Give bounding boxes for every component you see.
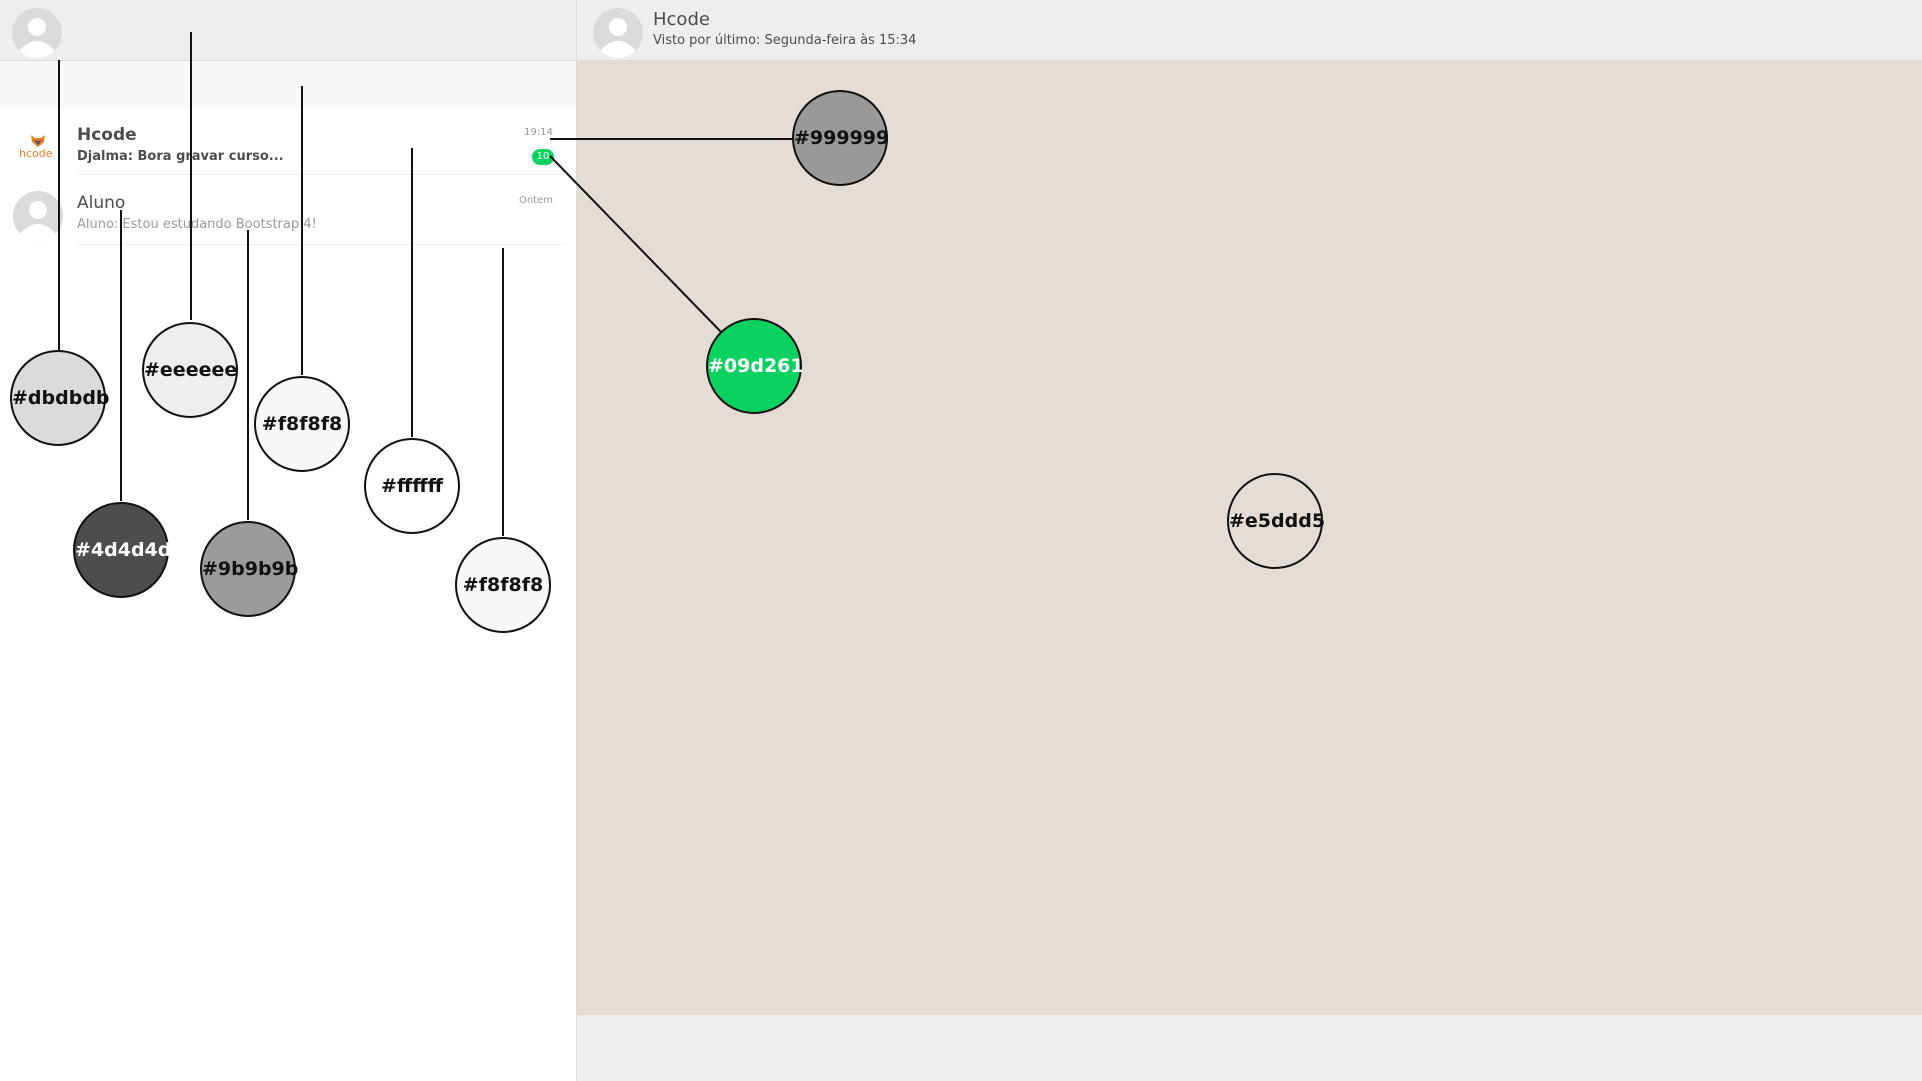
my-profile-avatar[interactable] xyxy=(12,8,62,58)
search-bar[interactable] xyxy=(0,61,576,109)
contact-name[interactable]: Hcode xyxy=(653,9,710,30)
logo-text: hcode xyxy=(19,147,53,160)
chat-name: Aluno xyxy=(77,193,126,213)
person-icon xyxy=(19,201,57,241)
conversation-header: Hcode Visto por último: Segunda-feira às… xyxy=(577,0,1922,61)
chat-time: Ontem xyxy=(518,195,553,206)
fox-logo-icon xyxy=(31,135,45,147)
chat-preview: Djalma: Bora gravar curso... xyxy=(77,149,284,164)
chat-preview: Aluno: Estou estudando Bootstrap 4! xyxy=(77,217,317,232)
chat-list-pane: hcode Hcode Djalma: Bora gravar curso...… xyxy=(0,0,576,1081)
message-composer-bar[interactable] xyxy=(577,1015,1922,1081)
messages-area xyxy=(577,61,1922,1015)
conversation-pane: Hcode Visto por último: Segunda-feira às… xyxy=(576,0,1922,1081)
person-icon xyxy=(18,18,56,58)
hcode-logo: hcode xyxy=(13,121,63,171)
divider xyxy=(77,244,566,245)
contact-avatar xyxy=(13,191,63,241)
chat-time: 19:14 xyxy=(524,127,553,138)
last-seen-status: Visto por último: Segunda-feira às 15:34 xyxy=(653,33,917,48)
unread-badge: 10 xyxy=(532,149,554,165)
chat-list-item[interactable]: hcode Hcode Djalma: Bora gravar curso...… xyxy=(0,111,576,175)
contact-avatar[interactable] xyxy=(593,8,643,58)
person-icon xyxy=(599,18,637,58)
divider xyxy=(77,174,566,175)
chat-list-item[interactable]: Aluno Aluno: Estou estudando Bootstrap 4… xyxy=(0,181,576,245)
sidebar-header xyxy=(0,0,576,61)
chat-name: Hcode xyxy=(77,125,137,145)
